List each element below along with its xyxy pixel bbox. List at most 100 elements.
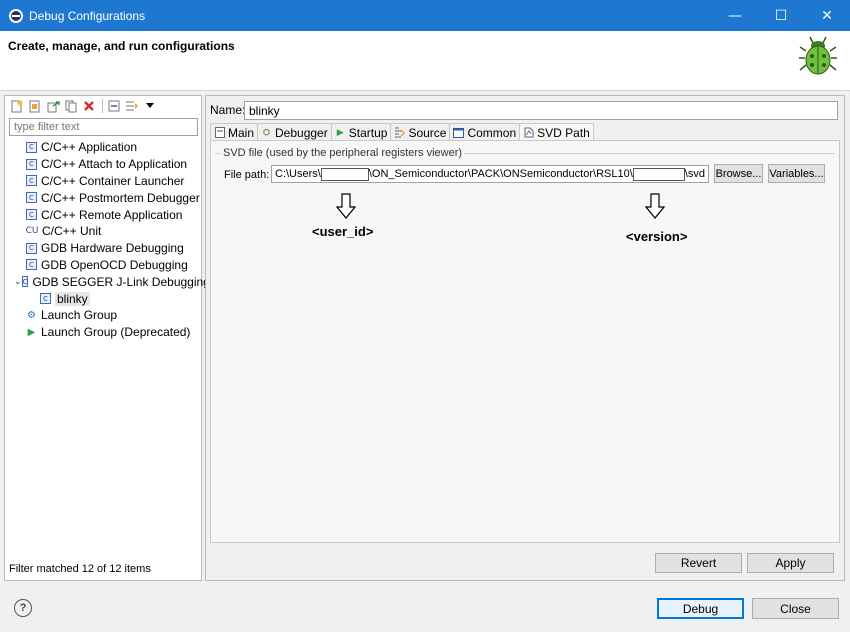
tree-item-cpp-attach[interactable]: C C/C++ Attach to Application	[5, 156, 201, 173]
main-tab-icon	[214, 127, 225, 138]
variables-button[interactable]: Variables...	[768, 164, 825, 183]
apply-button[interactable]: Apply	[747, 553, 834, 573]
redacted-version	[632, 167, 685, 181]
tree-item-cpp-application[interactable]: C C/C++ Application	[5, 139, 201, 156]
common-tab-icon	[453, 127, 465, 138]
export-config-icon[interactable]	[45, 98, 61, 114]
tree-item-label: GDB OpenOCD Debugging	[41, 257, 188, 272]
filter-status: Filter matched 12 of 12 items	[9, 563, 151, 575]
tree-item-label: C/C++ Attach to Application	[41, 157, 188, 172]
c-config-icon: C	[26, 192, 37, 204]
name-input[interactable]	[244, 101, 838, 120]
svd-tab-icon	[523, 127, 534, 138]
redacted-user-id	[320, 167, 369, 181]
tree-item-label: Launch Group (Deprecated)	[41, 325, 191, 340]
c-config-icon: C	[26, 242, 37, 254]
tree-item-gdb-openocd[interactable]: C GDB OpenOCD Debugging	[5, 257, 201, 274]
configuration-editor-panel: Name: Main ⛭ Debugger ▶ Startup Source C…	[205, 95, 845, 581]
arrow-down-icon	[336, 193, 356, 219]
tree-item-label: Launch Group	[41, 308, 118, 323]
tree-item-label: C/C++ Application	[41, 140, 138, 155]
configuration-list-panel: C C/C++ Application C C/C++ Attach to Ap…	[4, 95, 210, 581]
tree-item-cpp-unit[interactable]: CU C/C++ Unit	[5, 223, 201, 240]
duplicate-config-icon[interactable]	[63, 98, 79, 114]
browse-button[interactable]: Browse...	[714, 164, 763, 183]
title-bar: Debug Configurations — ☐ ✕	[0, 0, 850, 31]
delete-config-icon[interactable]	[81, 98, 97, 114]
c-config-icon: C	[26, 175, 37, 187]
path-segment: \svd	[684, 168, 705, 180]
version-annotation: <version>	[626, 229, 688, 244]
help-icon[interactable]: ?	[14, 599, 32, 617]
chevron-down-icon[interactable]	[142, 98, 158, 114]
debug-bug-icon	[799, 36, 837, 75]
tab-common[interactable]: Common	[449, 123, 521, 141]
tab-startup[interactable]: ▶ Startup	[330, 123, 392, 141]
tree-item-launch-group[interactable]: ⚙ Launch Group	[5, 307, 201, 324]
maximize-button[interactable]: ☐	[758, 0, 804, 31]
c-config-icon: C	[26, 259, 37, 271]
tab-label: Source	[408, 125, 447, 140]
tab-svd-path[interactable]: SVD Path	[519, 123, 594, 141]
tree-item-launch-group-deprecated[interactable]: ▶ Launch Group (Deprecated)	[5, 324, 201, 341]
file-path-input[interactable]: C:\Users\ \ON_Semiconductor\PACK\ONSemic…	[271, 165, 709, 183]
launch-group-icon: ⚙	[27, 309, 36, 321]
collapse-all-icon[interactable]	[106, 98, 122, 114]
toolbar-separator	[102, 99, 103, 113]
file-path-label: File path:	[224, 169, 270, 181]
tab-label: SVD Path	[537, 125, 590, 140]
tab-main[interactable]: Main	[210, 123, 259, 141]
minimize-button[interactable]: —	[712, 0, 758, 31]
tree-item-gdb-hardware[interactable]: C GDB Hardware Debugging	[5, 240, 201, 257]
dialog-header: Create, manage, and run configurations	[0, 31, 850, 91]
c-config-icon: C	[26, 209, 37, 221]
revert-button[interactable]: Revert	[655, 553, 742, 573]
new-config-icon[interactable]	[9, 98, 25, 114]
window-title: Debug Configurations	[29, 8, 146, 23]
c-config-icon: C	[26, 141, 37, 153]
startup-tab-icon: ▶	[336, 127, 344, 138]
window-controls: — ☐ ✕	[712, 0, 850, 31]
tree-item-label: C/C++ Remote Application	[41, 207, 183, 222]
tree-item-cpp-container[interactable]: C C/C++ Container Launcher	[5, 173, 201, 190]
filter-configs-icon[interactable]	[124, 98, 140, 114]
configuration-toolbar	[9, 97, 160, 115]
config-tabs: Main ⛭ Debugger ▶ Startup Source Common …	[210, 123, 594, 141]
tree-item-cpp-remote[interactable]: C C/C++ Remote Application	[5, 206, 201, 223]
debugger-tab-icon: ⛭	[262, 127, 271, 138]
tree-item-cpp-postmortem[interactable]: C C/C++ Postmortem Debugger	[5, 189, 201, 206]
cu-icon: CU	[25, 226, 39, 237]
svd-group-title: SVD file (used by the peripheral registe…	[221, 147, 465, 159]
tab-debugger[interactable]: ⛭ Debugger	[257, 123, 332, 141]
c-config-icon: C	[26, 158, 37, 170]
launch-play-icon: ▶	[27, 326, 36, 338]
svd-path-tab-content: SVD file (used by the peripheral registe…	[210, 140, 840, 543]
tab-label: Common	[467, 125, 517, 140]
dialog-heading: Create, manage, and run configurations	[8, 39, 235, 53]
tab-label: Main	[228, 125, 255, 140]
path-segment: C:\Users\	[275, 168, 321, 180]
close-button[interactable]: Close	[752, 598, 839, 619]
name-label: Name:	[210, 103, 246, 117]
tree-item-blinky[interactable]: C blinky	[5, 290, 201, 307]
chevron-down-icon[interactable]: ⌄	[14, 276, 22, 287]
source-tab-icon	[394, 127, 406, 138]
arrow-down-icon	[645, 193, 665, 219]
tree-item-label: GDB SEGGER J-Link Debugging	[32, 274, 210, 289]
tree-item-label: C/C++ Container Launcher	[41, 173, 185, 188]
filter-input[interactable]	[9, 118, 198, 136]
c-config-icon: C	[21, 276, 29, 288]
debug-button[interactable]: Debug	[657, 598, 744, 619]
tab-source[interactable]: Source	[390, 123, 451, 141]
tab-label: Startup	[348, 125, 388, 140]
close-window-button[interactable]: ✕	[804, 0, 850, 31]
user-id-annotation: <user_id>	[312, 224, 374, 239]
tree-item-gdb-segger[interactable]: ⌄ C GDB SEGGER J-Link Debugging	[5, 273, 210, 290]
tab-label: Debugger	[275, 125, 328, 140]
tree-item-label: C/C++ Postmortem Debugger	[41, 190, 200, 205]
c-config-icon: C	[40, 293, 51, 305]
eclipse-icon	[9, 8, 23, 23]
tree-item-label: GDB Hardware Debugging	[41, 241, 184, 256]
tree-item-label: blinky	[55, 291, 90, 306]
new-prototype-icon[interactable]	[27, 98, 43, 114]
